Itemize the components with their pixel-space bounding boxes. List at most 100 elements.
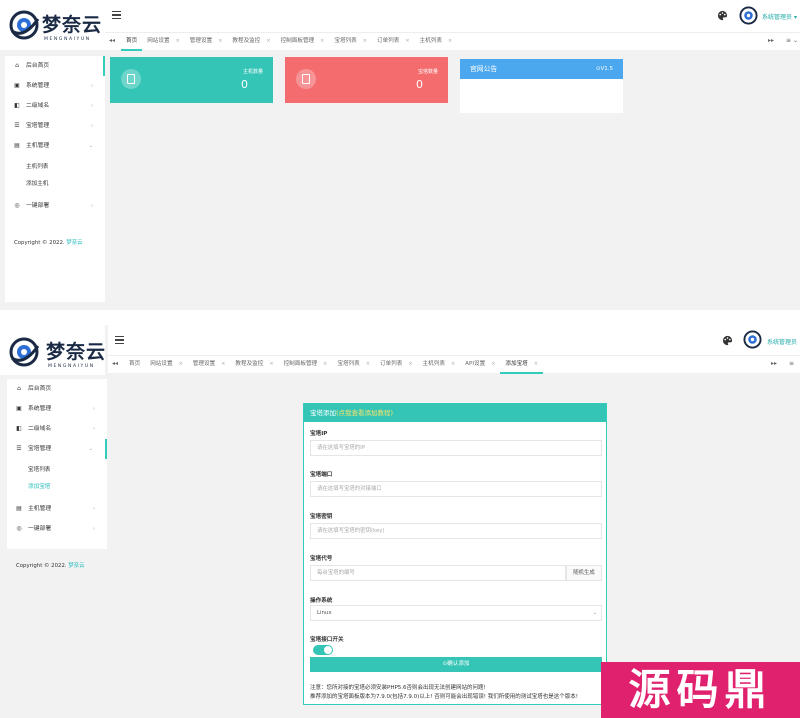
tab-close-icon[interactable]: × — [176, 38, 180, 44]
chevron-right-icon: › — [93, 506, 95, 512]
sidebar-item[interactable]: ◎ 一键部署 › — [5, 196, 105, 216]
tab-close-icon[interactable]: × — [179, 361, 183, 367]
tab-item[interactable]: 添加宝塔 × — [500, 356, 543, 374]
brand-name: 梦奈云 — [42, 14, 103, 36]
tab-close-icon[interactable]: × — [221, 361, 225, 367]
sidebar-item[interactable]: ⌂ 后台首页 — [5, 56, 105, 76]
tab-more-icon[interactable]: ≡ — [789, 360, 794, 367]
tab-close-icon[interactable]: × — [534, 361, 538, 367]
bt-count-card: 宝塔数量 0 — [285, 57, 448, 103]
user-avatar[interactable] — [739, 6, 758, 25]
tab-label: 宝塔列表 — [337, 361, 360, 367]
confirm-add-button[interactable]: ⊙确认添加 — [310, 657, 602, 672]
tab-close-icon[interactable]: × — [266, 38, 270, 44]
tab-label: 首页 — [129, 361, 141, 367]
tab-item[interactable]: 管理设置 × — [188, 356, 231, 374]
tab-close-icon[interactable]: × — [323, 361, 327, 367]
tab-item[interactable]: 首页 — [121, 33, 143, 51]
sidebar-subitem[interactable]: 添加宝塔 — [7, 479, 107, 496]
tab-item[interactable]: 管理设置 × — [185, 33, 228, 51]
tab-label: 主机列表 — [422, 361, 445, 367]
bt-count-icon — [296, 69, 316, 89]
copyright-brand[interactable]: 梦奈云 — [68, 563, 84, 569]
tab-close-icon[interactable]: × — [491, 361, 495, 367]
tab-item[interactable]: 订单列表 × — [372, 33, 415, 51]
host-icon: ▤ — [14, 142, 20, 149]
tab-close-icon[interactable]: × — [320, 38, 324, 44]
tab-label: 首页 — [126, 38, 138, 44]
user-name-menu[interactable]: 系统管理员 ▾ — [762, 12, 797, 21]
tab-item[interactable]: 订单列表 × — [375, 356, 418, 374]
sidebar-item[interactable]: ⌂ 后台首页 — [7, 379, 107, 399]
tab-close-icon[interactable]: × — [451, 361, 455, 367]
host-icon: ▤ — [16, 505, 22, 512]
tab-scroll-left-icon[interactable]: ◂◂ — [109, 37, 115, 44]
sidebar-item[interactable]: ◎ 一键部署 › — [7, 519, 107, 539]
tab-close-icon[interactable]: × — [269, 361, 273, 367]
tab-item[interactable]: API设置 × — [460, 356, 500, 374]
menu-toggle-icon[interactable] — [112, 11, 121, 19]
sidebar-item[interactable]: ▤ 主机管理 ⌄ — [5, 136, 105, 156]
tab-item[interactable]: 主机列表 × — [418, 356, 461, 374]
os-select[interactable]: Linux ⌄ — [310, 605, 602, 621]
tab-item[interactable]: 主机列表 × — [415, 33, 458, 51]
random-generate-button[interactable]: 随机生成 — [566, 565, 602, 581]
tab-item[interactable]: 控制面板管理 × — [279, 356, 333, 374]
tab-close-icon[interactable]: × — [448, 38, 452, 44]
sidebar-item-label: 主机管理 — [26, 143, 50, 149]
code-input[interactable]: 每台宝塔的编号 — [310, 565, 566, 581]
tab-item[interactable]: 教程及监控 × — [230, 356, 278, 374]
tab-item[interactable]: 网站设置 × — [145, 356, 188, 374]
notice-header: 官网公告 ⊙V1.5 — [460, 59, 623, 79]
tab-scroll-right-icon[interactable]: ▸▸ — [768, 37, 774, 44]
menu-toggle-icon[interactable] — [115, 336, 124, 344]
add-bt-screenshot: 梦奈云 MENGNAIYUN 系统管理员 ◂◂ 首页 网站设置 × 管理设置 × 教程及监… — [0, 325, 800, 718]
sidebar-subitem[interactable]: 添加主机 — [5, 176, 105, 193]
tab-close-icon[interactable]: × — [366, 361, 370, 367]
sidebar-subitem[interactable]: 主机列表 — [5, 159, 105, 176]
tab-item[interactable]: 宝塔列表 × — [332, 356, 375, 374]
user-avatar[interactable] — [743, 330, 762, 349]
api-switch-toggle[interactable] — [313, 645, 333, 655]
sidebar-item-label: 一键部署 — [28, 526, 52, 532]
sidebar-item[interactable]: ◧ 二级域名 › — [5, 96, 105, 116]
tab-item[interactable]: 首页 — [124, 356, 145, 374]
brand-logo[interactable]: 梦奈云 MENGNAIYUN — [0, 0, 105, 50]
tab-close-icon[interactable]: × — [405, 38, 409, 44]
theme-palette-icon[interactable] — [722, 335, 733, 346]
theme-palette-icon[interactable] — [717, 10, 728, 21]
sidebar-subitem[interactable]: 宝塔列表 — [7, 462, 107, 479]
tab-item[interactable]: 教程及监控 × — [227, 33, 275, 51]
top-header: 系统管理员 — [108, 325, 800, 355]
user-name-menu[interactable]: 系统管理员 — [767, 337, 797, 346]
tab-more-icon[interactable]: ≡ ⌄ — [786, 37, 798, 44]
tab-item[interactable]: 网站设置 × — [142, 33, 185, 51]
sidebar-item[interactable]: ☰ 宝塔管理 › — [5, 116, 105, 136]
sidebar-item[interactable]: ◧ 二级域名 › — [7, 419, 107, 439]
tab-scroll-left-icon[interactable]: ◂◂ — [112, 360, 118, 367]
sidebar-item[interactable]: ▣ 系统管理 › — [5, 76, 105, 96]
tab-item[interactable]: 宝塔列表 × — [329, 33, 372, 51]
tab-close-icon[interactable]: × — [218, 38, 222, 44]
copyright-brand[interactable]: 梦奈云 — [66, 240, 82, 246]
domain-icon: ◧ — [14, 102, 20, 109]
sidebar-item[interactable]: ▣ 系统管理 › — [7, 399, 107, 419]
sidebar-item[interactable]: ☰ 宝塔管理 ⌄ — [7, 439, 107, 459]
ip-input[interactable]: 请在这填写宝塔的IP — [310, 440, 602, 456]
tab-scroll-right-icon[interactable]: ▸▸ — [771, 360, 777, 367]
port-input[interactable]: 请在这填写宝塔的对接端口 — [310, 481, 602, 497]
form-note-1: 注意：您所对接的宝塔必须安装PHP5.6否则会出现无法创建网站的问题! — [310, 685, 486, 691]
sidebar-item-label: 宝塔管理 — [28, 446, 52, 452]
tutorial-link[interactable]: (点我查看添加教程) — [336, 409, 393, 417]
tab-close-icon[interactable]: × — [408, 361, 412, 367]
monitor-icon: ▣ — [16, 405, 22, 412]
key-input[interactable]: 请在这填写宝塔的密钥(key) — [310, 523, 602, 539]
tab-close-icon[interactable]: × — [363, 38, 367, 44]
brand-logo[interactable]: 梦奈云 MENGNAIYUN — [0, 325, 105, 375]
tab-item[interactable]: 控制面板管理 × — [276, 33, 330, 51]
domain-icon: ◧ — [16, 425, 22, 432]
sidebar: ⌂ 后台首页 ▣ 系统管理 › ◧ 二级域名 › ☰ 宝塔管理 › ▤ 主机管理 ⌄ 主机列表 添加主机 ◎ 一键… — [5, 56, 105, 302]
sidebar-item-label: 系统管理 — [28, 406, 52, 412]
sidebar-item[interactable]: ▤ 主机管理 › — [7, 499, 107, 519]
sidebar-item-label: 系统管理 — [26, 83, 50, 89]
